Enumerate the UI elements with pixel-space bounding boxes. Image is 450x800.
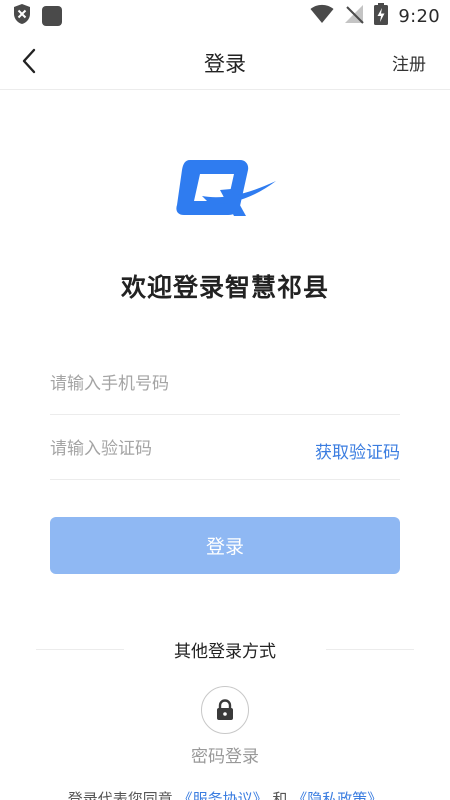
phone-field — [50, 353, 400, 415]
password-login-label: 密码登录 — [191, 747, 259, 767]
privacy-policy-link[interactable]: 《隐私政策》 — [292, 790, 382, 800]
phone-input[interactable] — [50, 373, 400, 394]
service-agreement-link[interactable]: 《服务协议》 — [178, 790, 268, 800]
status-bar: 9:20 — [0, 0, 450, 32]
other-login-divider: 其他登录方式 — [36, 636, 414, 662]
battery-charging-icon — [374, 3, 389, 29]
other-login-label: 其他登录方式 — [174, 641, 276, 662]
login-screen: 9:20 登录 注册 欢迎登录智慧祁县 获取验证码 登录 其他登录方式 — [0, 0, 450, 800]
register-link[interactable]: 注册 — [392, 50, 426, 75]
agreement-and: 和 — [272, 790, 288, 800]
password-login-button[interactable] — [201, 686, 249, 734]
welcome-heading: 欢迎登录智慧祁县 — [120, 273, 329, 302]
notification-icon — [42, 6, 62, 26]
status-bar-left — [12, 3, 62, 29]
agreement-prefix: 登录代表您同意 — [67, 790, 173, 800]
wifi-icon — [310, 4, 334, 28]
page-title: 登录 — [204, 52, 246, 76]
shield-icon — [12, 3, 32, 29]
login-button[interactable]: 登录 — [50, 517, 400, 574]
get-code-button[interactable]: 获取验证码 — [315, 438, 400, 463]
verification-code-field: 获取验证码 — [50, 418, 400, 480]
agreement-text: 登录代表您同意 《服务协议》 和 《隐私政策》 — [0, 788, 450, 800]
lock-icon — [217, 699, 233, 720]
divider-left — [36, 648, 124, 650]
verification-code-input[interactable] — [50, 438, 290, 459]
divider-right — [326, 648, 414, 650]
top-nav-bar: 登录 注册 — [0, 34, 450, 90]
app-logo — [176, 156, 276, 220]
no-signal-icon — [344, 4, 365, 28]
status-time: 9:20 — [398, 5, 440, 27]
status-bar-right: 9:20 — [310, 3, 440, 29]
